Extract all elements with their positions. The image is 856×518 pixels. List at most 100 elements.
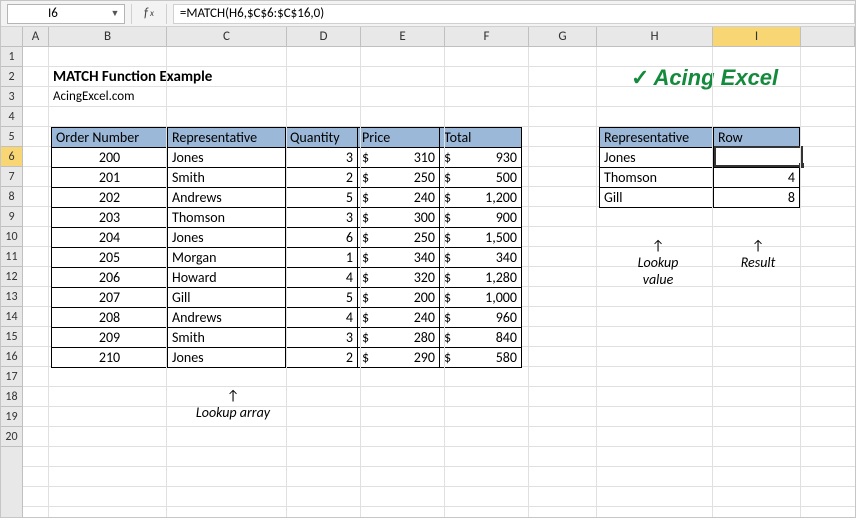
- cell-qty[interactable]: 3: [286, 328, 358, 348]
- cell-total[interactable]: $960: [440, 308, 522, 328]
- cell-total[interactable]: $1,200: [440, 188, 522, 208]
- cell-price[interactable]: $250: [358, 228, 440, 248]
- row-header-15[interactable]: 15: [1, 327, 22, 347]
- formula-input[interactable]: =MATCH(H6,$C$6:$C$16,0): [173, 4, 855, 24]
- row-header-19[interactable]: 19: [1, 407, 22, 427]
- cell-price[interactable]: $240: [358, 308, 440, 328]
- cell-qty[interactable]: 4: [286, 308, 358, 328]
- row-header-11[interactable]: 11: [1, 247, 22, 267]
- cell-rep[interactable]: Thomson: [168, 208, 286, 228]
- cell-price[interactable]: $240: [358, 188, 440, 208]
- cell-qty[interactable]: 5: [286, 188, 358, 208]
- cell-rep[interactable]: Thomson: [600, 168, 714, 188]
- cell-total[interactable]: $1,500: [440, 228, 522, 248]
- row-header-4[interactable]: 4: [1, 107, 22, 127]
- cell-order[interactable]: 202: [52, 188, 168, 208]
- cell-rep[interactable]: Jones: [168, 348, 286, 368]
- row-headers[interactable]: 1234567891011121314151617181920: [1, 47, 23, 517]
- cell-qty[interactable]: 1: [286, 248, 358, 268]
- cell-rep[interactable]: Jones: [168, 148, 286, 168]
- cell-qty[interactable]: 5: [286, 288, 358, 308]
- column-header-C[interactable]: C: [167, 27, 287, 46]
- cell-rep[interactable]: Smith: [168, 328, 286, 348]
- row-header-10[interactable]: 10: [1, 227, 22, 247]
- cell-price[interactable]: $300: [358, 208, 440, 228]
- column-headers[interactable]: ABCDEFGHI: [23, 27, 855, 47]
- cell-rep[interactable]: Jones: [168, 228, 286, 248]
- spreadsheet-grid[interactable]: ABCDEFGHI 123456789101112131415161718192…: [1, 27, 855, 517]
- row-header-8[interactable]: 8: [1, 187, 22, 207]
- cell-qty[interactable]: 3: [286, 208, 358, 228]
- cell-order[interactable]: 207: [52, 288, 168, 308]
- cell-rep[interactable]: Andrews: [168, 188, 286, 208]
- column-header-A[interactable]: A: [23, 27, 49, 46]
- cell-order[interactable]: 204: [52, 228, 168, 248]
- cell-rep[interactable]: Smith: [168, 168, 286, 188]
- row-header-13[interactable]: 13: [1, 287, 22, 307]
- cell-qty[interactable]: 2: [286, 168, 358, 188]
- cell-qty[interactable]: 2: [286, 348, 358, 368]
- cell-total[interactable]: $1,000: [440, 288, 522, 308]
- cell-rep[interactable]: Gill: [168, 288, 286, 308]
- row-header-5[interactable]: 5: [1, 127, 22, 147]
- fx-icon[interactable]: fx: [138, 6, 160, 21]
- cell-order[interactable]: 208: [52, 308, 168, 328]
- cell-price[interactable]: $310: [358, 148, 440, 168]
- cell-price[interactable]: $290: [358, 348, 440, 368]
- cell-rep[interactable]: Jones: [600, 148, 714, 168]
- column-header-F[interactable]: F: [445, 27, 529, 46]
- row-header-9[interactable]: 9: [1, 207, 22, 227]
- cell-order[interactable]: 201: [52, 168, 168, 188]
- column-header-I[interactable]: I: [713, 27, 801, 46]
- cell-price[interactable]: $280: [358, 328, 440, 348]
- cell-total[interactable]: $900: [440, 208, 522, 228]
- row-header-18[interactable]: 18: [1, 387, 22, 407]
- chevron-down-icon[interactable]: ▼: [108, 7, 122, 21]
- cell-order[interactable]: 200: [52, 148, 168, 168]
- row-header-1[interactable]: 1: [1, 47, 22, 67]
- row-header-6[interactable]: 6: [1, 147, 22, 167]
- column-header-E[interactable]: E: [361, 27, 445, 46]
- row-header-2[interactable]: 2: [1, 67, 22, 87]
- cell-order[interactable]: 203: [52, 208, 168, 228]
- row-header-3[interactable]: 3: [1, 87, 22, 107]
- cell-total[interactable]: $580: [440, 348, 522, 368]
- cell-qty[interactable]: 4: [286, 268, 358, 288]
- column-header-B[interactable]: B: [49, 27, 167, 46]
- row-header-7[interactable]: 7: [1, 167, 22, 187]
- name-box[interactable]: I6 ▼: [7, 4, 125, 24]
- cell-price[interactable]: $320: [358, 268, 440, 288]
- cell-rep[interactable]: Howard: [168, 268, 286, 288]
- cell-row[interactable]: 1: [714, 148, 800, 168]
- cell-qty[interactable]: 3: [286, 148, 358, 168]
- cell-total[interactable]: $840: [440, 328, 522, 348]
- cell-rep[interactable]: Andrews: [168, 308, 286, 328]
- cell-order[interactable]: 205: [52, 248, 168, 268]
- cell-total[interactable]: $500: [440, 168, 522, 188]
- cell-order[interactable]: 206: [52, 268, 168, 288]
- cell-total[interactable]: $340: [440, 248, 522, 268]
- cell-rep[interactable]: Gill: [600, 188, 714, 208]
- select-all-corner[interactable]: [1, 27, 23, 47]
- table-row[interactable]: Gill8: [600, 188, 800, 208]
- table-row[interactable]: Jones1: [600, 148, 800, 168]
- cell-total[interactable]: $1,280: [440, 268, 522, 288]
- cell-price[interactable]: $200: [358, 288, 440, 308]
- table-row[interactable]: Thomson4: [600, 168, 800, 188]
- cell-row[interactable]: 8: [714, 188, 800, 208]
- column-header-H[interactable]: H: [597, 27, 713, 46]
- cell-order[interactable]: 209: [52, 328, 168, 348]
- row-header-16[interactable]: 16: [1, 347, 22, 367]
- row-header-14[interactable]: 14: [1, 307, 22, 327]
- cell-price[interactable]: $340: [358, 248, 440, 268]
- cell-qty[interactable]: 6: [286, 228, 358, 248]
- cell-price[interactable]: $250: [358, 168, 440, 188]
- column-header-G[interactable]: G: [529, 27, 597, 46]
- column-header-D[interactable]: D: [287, 27, 361, 46]
- row-header-12[interactable]: 12: [1, 267, 22, 287]
- cells-area[interactable]: MATCH Function Example AcingExcel.com ✓ …: [23, 47, 855, 517]
- cell-order[interactable]: 210: [52, 348, 168, 368]
- row-header-17[interactable]: 17: [1, 367, 22, 387]
- cell-total[interactable]: $930: [440, 148, 522, 168]
- row-header-20[interactable]: 20: [1, 427, 22, 447]
